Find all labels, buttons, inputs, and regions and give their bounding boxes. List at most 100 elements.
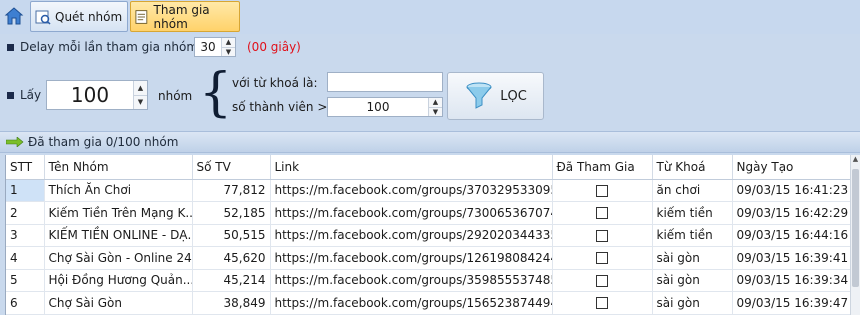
take-count-spinner[interactable]: 100 ▲ ▼ [46,80,148,110]
cell-keyword: kiếm tiền [652,201,733,225]
toolbar: Quét nhóm Tham gia nhóm [0,0,860,34]
cell-created: 09/03/15 16:44:16 [732,224,852,247]
bullet-square-icon [7,43,14,51]
cell-link[interactable]: https://m.facebook.com/groups/1261980842… [270,246,553,270]
cell-group-name: Kiếm Tiền Trên Mạng K... [44,201,193,225]
delay-row: Delay mỗi lần tham gia nhóm: [7,40,202,54]
cell-keyword: sài gòn [652,246,733,270]
column-header-stt[interactable]: STT [6,155,45,180]
cell-members: 52,185 [192,201,271,225]
members-label: số thành viên > [232,100,328,114]
arrow-right-icon [6,137,24,147]
filter-funnel-icon [466,82,492,109]
join-icon [135,9,148,24]
cell-created: 09/03/15 16:42:29 [732,201,852,225]
joined-checkbox[interactable] [596,297,608,310]
column-header-keyword[interactable]: Từ Khoá [652,155,733,180]
scrollbar-thumb[interactable] [852,169,859,287]
delay-label: Delay mỗi lần tham gia nhóm: [20,40,203,54]
table-row[interactable]: 2 Kiếm Tiền Trên Mạng K... 52,185 https:… [6,201,852,225]
cell-joined [552,179,653,202]
column-header-group-name[interactable]: Tên Nhóm [44,155,193,180]
cell-link[interactable]: https://m.facebook.com/groups/7300653670… [270,201,553,225]
cell-created: 09/03/15 16:39:34 [732,269,852,292]
joined-status-text: Đã tham gia 0/100 nhóm [28,135,179,149]
cell-stt: 2 [6,201,45,225]
delay-value: 30 [200,40,216,54]
column-header-created[interactable]: Ngày Tạo [732,155,852,180]
keyword-label: với từ khoá là: [232,76,318,90]
column-header-joined[interactable]: Đã Tham Gia [552,155,653,180]
cell-stt: 5 [6,269,45,292]
table-row[interactable]: 3 KIẾM TIỀN ONLINE - DẠ... 50,515 https:… [6,224,852,247]
joined-checkbox[interactable] [596,229,608,242]
cell-members: 38,849 [192,291,271,315]
cell-link[interactable]: https://m.facebook.com/groups/3703295330… [270,179,553,202]
cell-group-name: Hội Đồng Hương Quản... [44,269,193,292]
members-value: 100 [366,100,390,114]
cell-joined [552,269,653,292]
cell-group-name: Thích Ăn Chơi [44,179,193,202]
table-row[interactable]: 5 Hội Đồng Hương Quản... 45,214 https://… [6,269,852,292]
members-spinner[interactable]: 100 ▲ ▼ [327,97,443,117]
bullet-square-icon [7,91,14,99]
scroll-up-icon[interactable]: ▲ [851,155,860,167]
column-header-link[interactable]: Link [270,155,553,180]
spin-down-icon[interactable]: ▼ [222,46,235,56]
joined-checkbox[interactable] [596,184,608,197]
scan-groups-button[interactable]: Quét nhóm [30,1,128,32]
cell-joined [552,201,653,225]
cell-members: 50,515 [192,224,271,247]
spin-down-icon[interactable]: ▼ [429,106,442,116]
cell-stt: 1 [6,179,45,202]
spin-down-icon[interactable]: ▼ [134,94,147,109]
cell-created: 09/03/15 16:39:41 [732,246,852,270]
keyword-value [328,75,332,89]
cell-link[interactable]: https://m.facebook.com/groups/2920203443… [270,224,553,247]
cell-stt: 4 [6,246,45,270]
filter-button[interactable]: LỌC [447,72,544,120]
cell-joined [552,224,653,247]
cell-group-name: KIẾM TIỀN ONLINE - DẠ... [44,224,193,247]
vertical-scrollbar[interactable]: ▲ [850,155,860,315]
joined-checkbox[interactable] [596,274,608,287]
groups-table: STT Tên Nhóm Số TV Link Đã Tham Gia Từ K… [6,155,852,315]
take-row: Lấy [7,88,41,102]
table-header-row: STT Tên Nhóm Số TV Link Đã Tham Gia Từ K… [6,155,852,180]
cell-members: 45,620 [192,246,271,270]
join-groups-button[interactable]: Tham gia nhóm [130,1,240,32]
cell-link[interactable]: https://m.facebook.com/groups/1565238744… [270,291,553,315]
cell-group-name: Chợ Sài Gòn [44,291,193,315]
spin-up-icon[interactable]: ▲ [134,81,147,95]
joined-status-bar: Đã tham gia 0/100 nhóm [0,131,860,153]
spin-up-icon[interactable]: ▲ [222,38,235,47]
cell-created: 09/03/15 16:41:23 [732,179,852,202]
cell-keyword: ăn chơi [652,179,733,202]
group-unit-label: nhóm [158,89,193,103]
scan-groups-label: Quét nhóm [55,9,123,24]
filter-label: LỌC [500,88,527,104]
scan-icon [35,10,51,25]
take-count-value: 100 [70,83,110,107]
delay-hint: (00 giây) [247,40,301,54]
delay-spinner[interactable]: 30 ▲ ▼ [194,37,236,57]
brace-icon: { [199,63,233,123]
joined-checkbox[interactable] [596,207,608,220]
cell-link[interactable]: https://m.facebook.com/groups/3598555374… [270,269,553,292]
cell-created: 09/03/15 16:39:47 [732,291,852,315]
table-row[interactable]: 4 Chợ Sài Gòn - Online 24... 45,620 http… [6,246,852,270]
table-row[interactable]: 6 Chợ Sài Gòn 38,849 https://m.facebook.… [6,291,852,315]
spin-up-icon[interactable]: ▲ [429,98,442,107]
cell-joined [552,291,653,315]
groups-grid: STT Tên Nhóm Số TV Link Đã Tham Gia Từ K… [5,155,860,315]
cell-members: 77,812 [192,179,271,202]
take-label: Lấy [20,88,42,102]
table-row[interactable]: 1 Thích Ăn Chơi 77,812 https://m.faceboo… [6,179,852,202]
column-header-members[interactable]: Số TV [192,155,271,180]
cell-group-name: Chợ Sài Gòn - Online 24... [44,246,193,270]
home-icon[interactable] [4,6,24,26]
join-groups-label: Tham gia nhóm [153,2,210,31]
keyword-input[interactable] [327,72,443,92]
joined-checkbox[interactable] [596,252,608,265]
cell-keyword: sài gòn [652,291,733,315]
